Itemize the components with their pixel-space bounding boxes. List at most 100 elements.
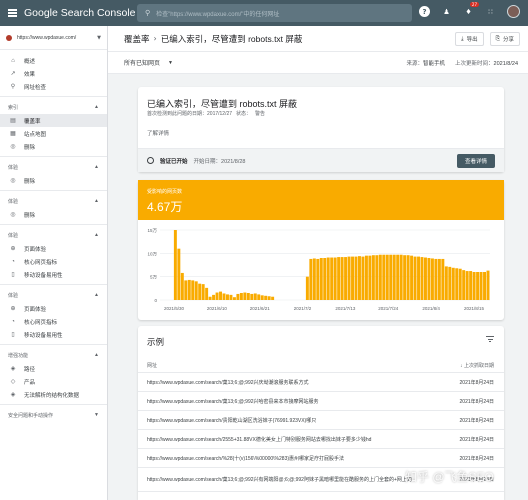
chart-bar [219,291,223,300]
sidebar-item-core-web-vitals-2[interactable]: ◔ 核心网页指标 [0,315,107,328]
filter-icon[interactable] [486,336,494,342]
chart-bar [354,256,358,300]
chevron-up-icon: ▲ [94,232,99,238]
table-row[interactable]: https://www.wpdaxue.com/search/菓13;6;@;9… [138,373,504,392]
table-row[interactable]: https://www.wpdaxue.com/search/菓13;6;@;9… [138,392,504,411]
x-tick-label: 2021/6/21 [250,306,271,311]
chart-bar [337,257,341,300]
section-index[interactable]: 索引 ▲ [0,100,107,114]
property-selector[interactable]: https://www.wpdaxue.com/ ▼ [0,26,107,50]
chart-bar [253,293,257,300]
breadcrumb-coverage[interactable]: 覆盖率 [124,33,150,45]
x-tick-label: 2021/7/24 [378,306,399,311]
search-icon: ⚲ [145,9,151,17]
eye-off-icon: ◎ [10,178,16,184]
chart-bar [187,279,191,300]
chart-bar [212,294,216,300]
col-header-date[interactable]: ↓ 上次抓取日期 [449,362,504,369]
page-filter-dropdown[interactable]: 所有已知网页 ▼ [124,58,173,68]
y-tick-label: 10万 [147,251,157,257]
chart-bar [375,255,379,300]
table-row[interactable]: https://www.wpdaxue.com/search/2555+31.8… [138,430,504,449]
sidebar-item-mobile-usability-2[interactable]: ▯ 移动设备易用性 [0,328,107,341]
table-row[interactable]: https://www.wpdaxue.com/search/贵阳乾山湖区洗浴妹… [138,411,504,430]
sidebar-item-core-web-vitals[interactable]: ◔ 核心网页指标 [0,255,107,268]
sidebar-item-page-experience-2[interactable]: ⊕ 页面体验 [0,302,107,315]
sidebar-item-sitemaps[interactable]: ▦ 站点地图 [0,127,107,140]
y-tick-label: 5万 [150,275,158,281]
chart-bar [389,254,393,300]
sidebar-item-removals-2[interactable]: ◎ 删除 [0,174,107,187]
table-header: 网址 ↓ 上次抓取日期 [138,358,504,373]
chart-bar [312,258,316,300]
chart-bar [448,266,452,300]
chart-bar [469,271,473,300]
chart-bar [476,272,480,300]
bell-icon[interactable]: ♦ 27 [463,2,479,17]
chart-bar [177,248,181,300]
sidebar-item-coverage[interactable]: ▤ 覆盖率 [0,114,107,127]
clock-icon [147,157,154,164]
sidebar-item-overview[interactable]: ⌂ 概述 [0,54,107,67]
share-icon: ⎘ [495,35,500,42]
layers-icon: ◈ [10,366,16,372]
col-header-url: 网址 [147,362,158,369]
chart-bar [399,254,403,300]
diamond-icon: ◇ [10,379,16,385]
x-tick-label: 2021/5/30 [164,306,185,311]
top-app-bar: Google Search Console ⚲ 检查"https://www.w… [0,0,528,26]
chevron-up-icon: ▲ [94,104,99,110]
sidebar-item-mobile-usability[interactable]: ▯ 移动设备易用性 [0,268,107,281]
chart-bar [420,257,424,300]
see-details-button[interactable]: 查看详情 [456,154,495,168]
section-5[interactable]: 体验 ▲ [0,288,107,302]
sidebar-item-url-inspection[interactable]: ⚲ 网址检查 [0,80,107,93]
menu-icon[interactable] [0,0,24,26]
avatar[interactable] [507,5,520,18]
chart-bar [191,280,195,300]
sidebar-item-performance[interactable]: ↗ 效果 [0,67,107,80]
chart-bar [434,258,438,300]
sidebar-item-products[interactable]: ◇ 产品 [0,375,107,388]
search-placeholder: 检查"https://www.wpdaxue.com/"中的任何网址 [156,11,280,18]
apps-icon[interactable]: ∷ [485,6,496,17]
chart-bar [465,271,469,300]
sidebar-item-removals-3[interactable]: ◎ 删除 [0,208,107,221]
brand-logo[interactable]: Google Search Console [24,7,136,19]
sidebar-item-unparsable[interactable]: ◈ 无法解析的结构化数据 [0,388,107,401]
sidebar-item-breadcrumbs[interactable]: ◈ 路径 [0,362,107,375]
chart-bar [184,280,188,300]
sidebar-item-removals[interactable]: ◎ 删除 [0,140,107,153]
table-row[interactable]: https://www.wpdaxue.com/search/%28(十(v)1… [138,449,504,468]
section-enhancements[interactable]: 增强功能 ▲ [0,348,107,362]
section-3[interactable]: 体验 ▲ [0,194,107,208]
download-icon: ⤓ [461,35,464,42]
chart-card: 受影响的网页数 4.67万 15万 10万 5万 0 2021/5/30 2021/6/1… [138,180,504,320]
chart-bar [243,292,247,300]
chart-bar [458,268,462,300]
learn-more-link[interactable]: 了解详情 [147,129,169,137]
chart-bar [173,230,177,300]
chart-bar [194,281,198,300]
y-tick-label: 15万 [147,228,157,234]
help-icon[interactable]: ? [419,6,430,17]
search-input[interactable]: ⚲ 检查"https://www.wpdaxue.com/"中的任何网址 [137,4,412,22]
chart-bar [451,267,455,300]
layers-icon: ◈ [10,392,16,398]
sidebar-item-page-experience[interactable]: ⊕ 页面体验 [0,242,107,255]
sitemap-icon: ▦ [10,131,16,137]
chart-bar [271,296,275,300]
export-button[interactable]: ⤓ 导出 [455,32,484,46]
section-security[interactable]: 安全问题和手动操作 ▼ [0,408,107,422]
share-button[interactable]: ⎘ 分享 [489,32,520,46]
people-icon[interactable]: ♟ [441,6,452,17]
section-2[interactable]: 体验 ▲ [0,160,107,174]
chart-summary[interactable]: 受影响的网页数 4.67万 [138,180,504,220]
chart-bar [246,293,250,300]
section-4[interactable]: 体验 ▲ [0,228,107,242]
chart-bar [201,284,205,300]
chart-bar [424,257,427,300]
chart-bar [180,272,184,300]
y-tick-label: 0 [154,298,157,303]
chevron-up-icon: ▲ [94,198,99,204]
